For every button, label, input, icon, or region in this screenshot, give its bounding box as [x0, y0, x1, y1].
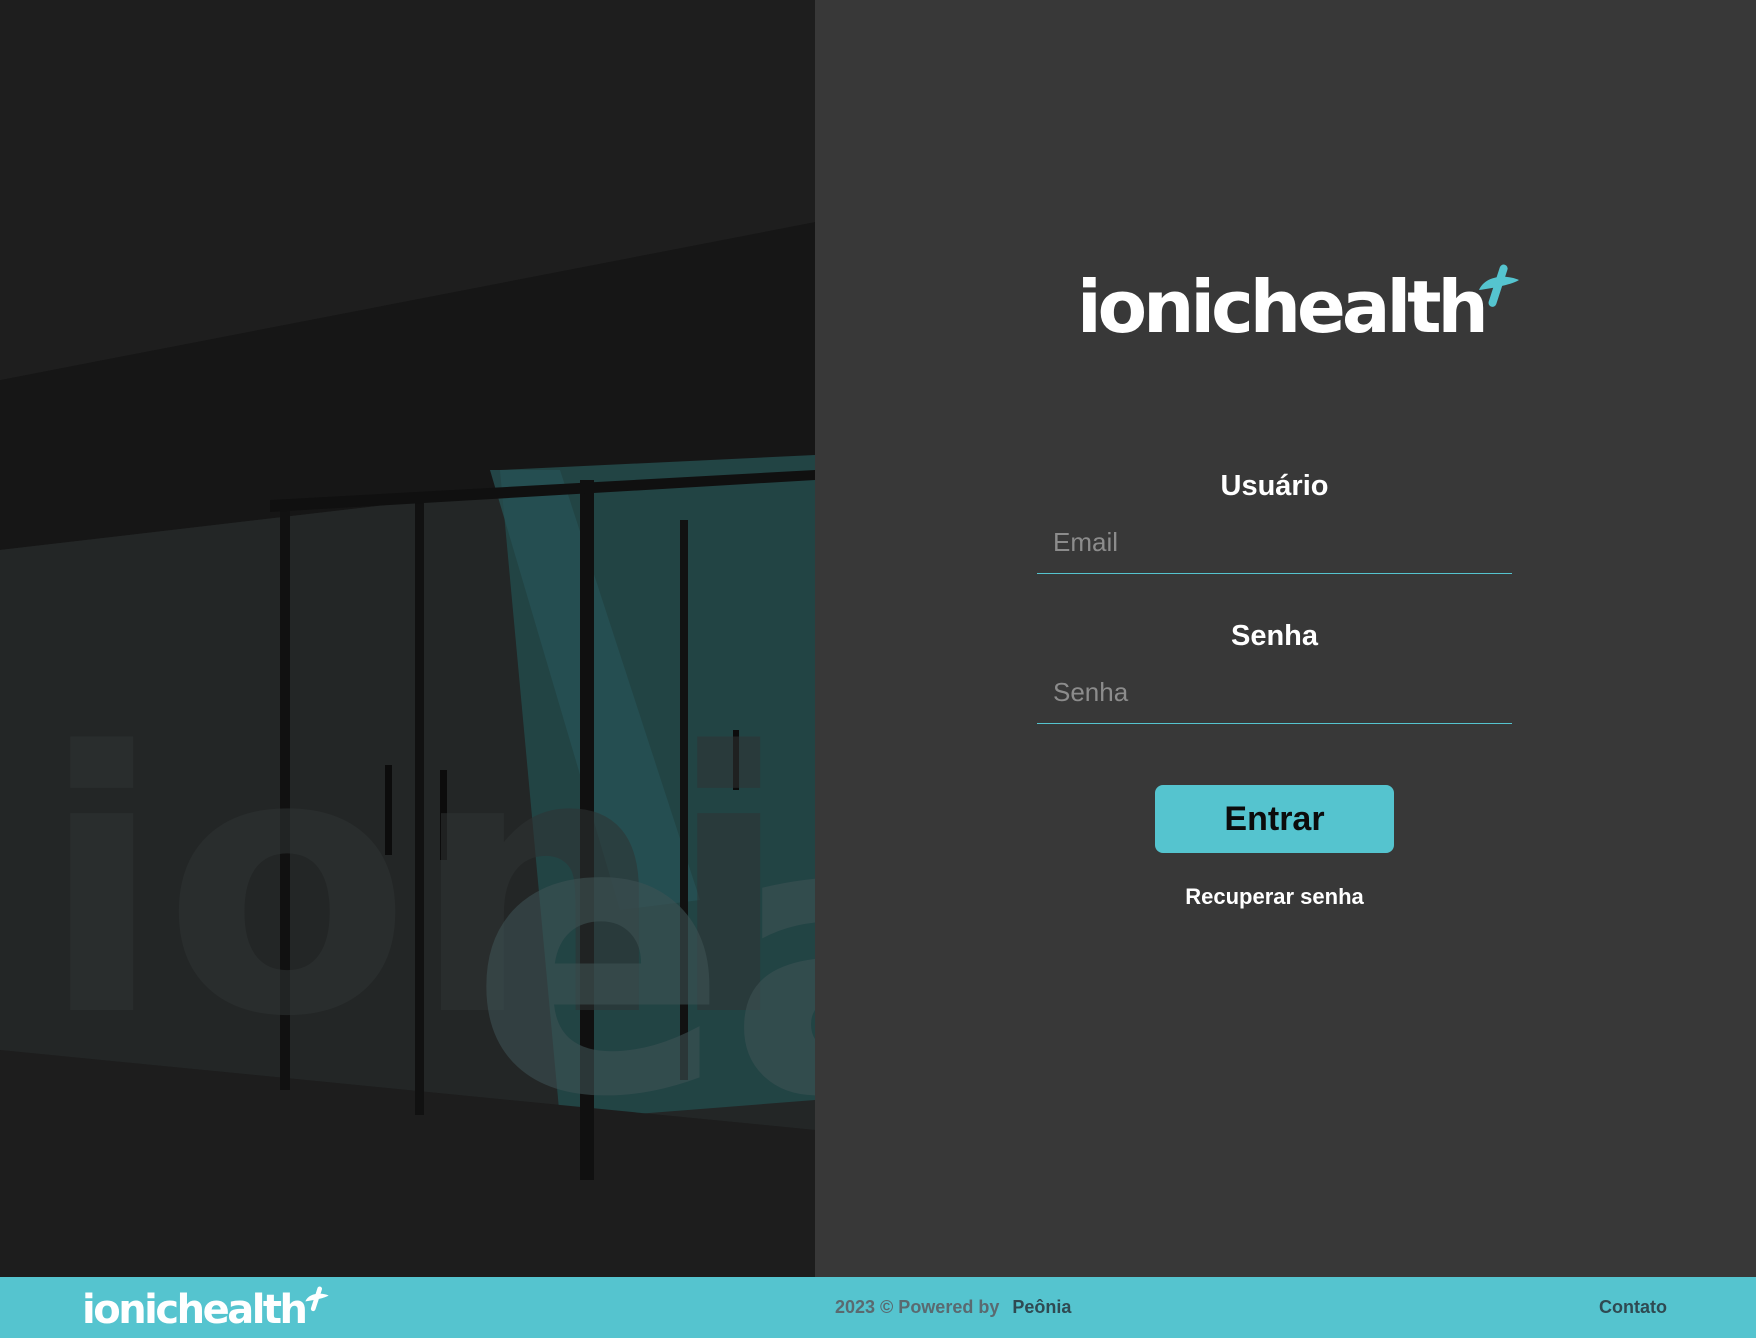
footer-plus-cross-icon	[305, 1286, 329, 1312]
login-button[interactable]: Entrar	[1155, 785, 1394, 853]
powered-by-brand[interactable]: Peônia	[1012, 1297, 1071, 1317]
footer: ionichealth 2023 © Powered by Peônia Con…	[0, 1277, 1756, 1338]
footer-logo-wordmark: ionichealth	[82, 1287, 308, 1333]
password-label: Senha	[1230, 620, 1319, 652]
contact-link[interactable]: Contato	[1599, 1277, 1667, 1338]
footer-logo: ionichealth	[82, 1285, 332, 1335]
email-input[interactable]	[1037, 512, 1512, 574]
plus-cross-icon	[1479, 264, 1519, 307]
copyright-text: 2023 © Powered by	[835, 1297, 1000, 1317]
ionichealth-logo: ionichealth	[1077, 262, 1519, 352]
footer-copyright: 2023 © Powered by Peônia	[835, 1277, 1071, 1338]
office-photo-illustration: ioni ea	[0, 0, 815, 1277]
user-label: Usuário	[1220, 470, 1329, 502]
logo-wordmark: ionichealth	[1077, 265, 1489, 349]
recover-password-link[interactable]: Recuperar senha	[1155, 884, 1394, 910]
login-form: Usuário Senha	[1037, 460, 1512, 724]
login-page: ioni ea ionichealth Usuário Senha Entrar…	[0, 0, 1756, 1338]
password-input[interactable]	[1037, 662, 1512, 724]
login-panel: ionichealth Usuário Senha Entrar Recuper…	[815, 0, 1756, 1277]
office-entrance-photo: ioni ea	[0, 0, 815, 1277]
